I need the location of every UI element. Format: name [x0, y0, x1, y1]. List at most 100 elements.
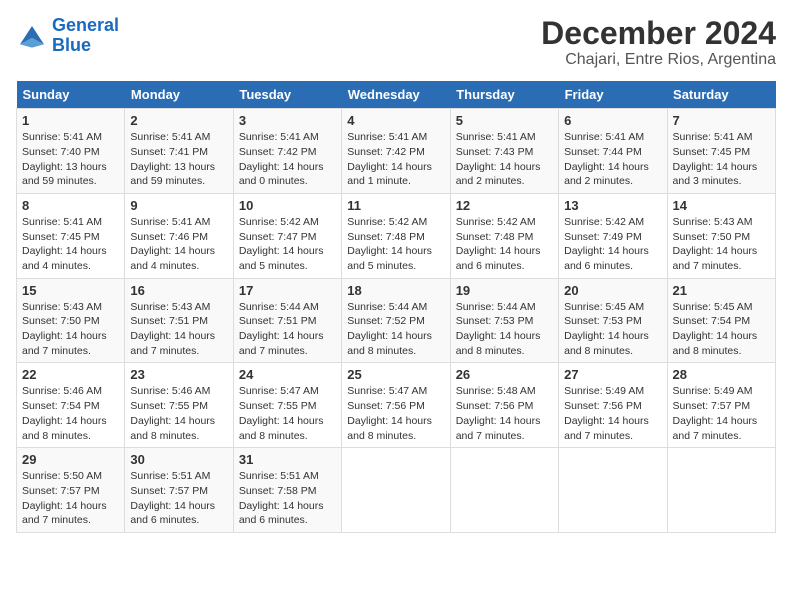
calendar-day-cell: 29Sunrise: 5:50 AM Sunset: 7:57 PM Dayli… [17, 448, 125, 533]
day-info: Sunrise: 5:42 AM Sunset: 7:48 PM Dayligh… [347, 215, 444, 274]
day-number: 24 [239, 367, 336, 382]
day-info: Sunrise: 5:41 AM Sunset: 7:45 PM Dayligh… [673, 130, 770, 189]
day-info: Sunrise: 5:41 AM Sunset: 7:43 PM Dayligh… [456, 130, 553, 189]
day-number: 29 [22, 452, 119, 467]
day-number: 13 [564, 198, 661, 213]
calendar-day-cell: 3Sunrise: 5:41 AM Sunset: 7:42 PM Daylig… [233, 109, 341, 194]
calendar-day-cell: 27 Sunrise: 5:49 AM Sunset: 7:56 PM Dayli… [559, 363, 667, 448]
day-number: 11 [347, 198, 444, 213]
day-info: Sunrise: 5:41 AM Sunset: 7:41 PM Dayligh… [130, 130, 227, 189]
day-number: 20 [564, 283, 661, 298]
calendar-day-cell: 11 Sunrise: 5:42 AM Sunset: 7:48 PM Dayli… [342, 193, 450, 278]
weekday-header: Thursday [450, 81, 558, 109]
month-title: December 2024 [541, 16, 776, 51]
calendar-day-cell: 8Sunrise: 5:41 AM Sunset: 7:45 PM Daylig… [17, 193, 125, 278]
day-info: Sunrise: 5:43 AM Sunset: 7:51 PM Dayligh… [130, 300, 227, 359]
calendar-day-cell: 20 Sunrise: 5:45 AM Sunset: 7:53 PM Dayli… [559, 278, 667, 363]
weekday-header: Saturday [667, 81, 775, 109]
day-number: 25 [347, 367, 444, 382]
calendar-day-cell: 24 Sunrise: 5:47 AM Sunset: 7:55 PM Dayli… [233, 363, 341, 448]
day-info: Sunrise: 5:42 AM Sunset: 7:47 PM Dayligh… [239, 215, 336, 274]
calendar-day-cell: 1Sunrise: 5:41 AM Sunset: 7:40 PM Daylig… [17, 109, 125, 194]
day-info: Sunrise: 5:42 AM Sunset: 7:48 PM Dayligh… [456, 215, 553, 274]
day-number: 14 [673, 198, 770, 213]
day-number: 6 [564, 113, 661, 128]
title-block: December 2024 Chajari, Entre Rios, Argen… [541, 16, 776, 69]
day-number: 9 [130, 198, 227, 213]
calendar-day-cell: 16Sunrise: 5:43 AM Sunset: 7:51 PM Dayli… [125, 278, 233, 363]
calendar-day-cell: 13 Sunrise: 5:42 AM Sunset: 7:49 PM Dayli… [559, 193, 667, 278]
calendar-day-cell: 4Sunrise: 5:41 AM Sunset: 7:42 PM Daylig… [342, 109, 450, 194]
day-number: 28 [673, 367, 770, 382]
weekday-header: Wednesday [342, 81, 450, 109]
day-number: 31 [239, 452, 336, 467]
day-number: 30 [130, 452, 227, 467]
day-info: Sunrise: 5:47 AM Sunset: 7:55 PM Dayligh… [239, 384, 336, 443]
calendar-day-cell: 6Sunrise: 5:41 AM Sunset: 7:44 PM Daylig… [559, 109, 667, 194]
calendar-day-cell: 12 Sunrise: 5:42 AM Sunset: 7:48 PM Dayli… [450, 193, 558, 278]
day-info: Sunrise: 5:46 AM Sunset: 7:54 PM Dayligh… [22, 384, 119, 443]
day-number: 4 [347, 113, 444, 128]
day-info: Sunrise: 5:51 AM Sunset: 7:57 PM Dayligh… [130, 469, 227, 528]
day-number: 5 [456, 113, 553, 128]
location-text: Chajari, Entre Rios, Argentina [541, 51, 776, 69]
logo-text: General Blue [52, 16, 119, 56]
calendar-day-cell: 10 Sunrise: 5:42 AM Sunset: 7:47 PM Dayli… [233, 193, 341, 278]
empty-cell [667, 448, 775, 533]
day-info: Sunrise: 5:41 AM Sunset: 7:42 PM Dayligh… [239, 130, 336, 189]
logo: General Blue [16, 16, 119, 56]
day-info: Sunrise: 5:41 AM Sunset: 7:45 PM Dayligh… [22, 215, 119, 274]
empty-cell [559, 448, 667, 533]
day-info: Sunrise: 5:48 AM Sunset: 7:56 PM Dayligh… [456, 384, 553, 443]
calendar-day-cell: 25Sunrise: 5:47 AM Sunset: 7:56 PM Dayli… [342, 363, 450, 448]
calendar-day-cell: 7 Sunrise: 5:41 AM Sunset: 7:45 PM Daylig… [667, 109, 775, 194]
day-number: 10 [239, 198, 336, 213]
day-number: 17 [239, 283, 336, 298]
day-number: 7 [673, 113, 770, 128]
day-info: Sunrise: 5:51 AM Sunset: 7:58 PM Dayligh… [239, 469, 336, 528]
calendar-day-cell: 21 Sunrise: 5:45 AM Sunset: 7:54 PM Dayli… [667, 278, 775, 363]
day-info: Sunrise: 5:45 AM Sunset: 7:54 PM Dayligh… [673, 300, 770, 359]
day-info: Sunrise: 5:44 AM Sunset: 7:52 PM Dayligh… [347, 300, 444, 359]
logo-icon [16, 22, 48, 50]
calendar-day-cell: 30 Sunrise: 5:51 AM Sunset: 7:57 PM Dayli… [125, 448, 233, 533]
empty-cell [450, 448, 558, 533]
day-info: Sunrise: 5:46 AM Sunset: 7:55 PM Dayligh… [130, 384, 227, 443]
day-number: 12 [456, 198, 553, 213]
day-number: 27 [564, 367, 661, 382]
weekday-header: Tuesday [233, 81, 341, 109]
calendar-week-row: 29Sunrise: 5:50 AM Sunset: 7:57 PM Dayli… [17, 448, 776, 533]
day-number: 19 [456, 283, 553, 298]
empty-cell [342, 448, 450, 533]
calendar-day-cell: 15Sunrise: 5:43 AM Sunset: 7:50 PM Dayli… [17, 278, 125, 363]
day-info: Sunrise: 5:45 AM Sunset: 7:53 PM Dayligh… [564, 300, 661, 359]
weekday-header: Sunday [17, 81, 125, 109]
day-number: 26 [456, 367, 553, 382]
page-header: General Blue December 2024 Chajari, Entr… [16, 16, 776, 69]
calendar-week-row: 1Sunrise: 5:41 AM Sunset: 7:40 PM Daylig… [17, 109, 776, 194]
calendar-day-cell: 31 Sunrise: 5:51 AM Sunset: 7:58 PM Dayli… [233, 448, 341, 533]
day-number: 23 [130, 367, 227, 382]
day-info: Sunrise: 5:41 AM Sunset: 7:46 PM Dayligh… [130, 215, 227, 274]
weekday-header: Monday [125, 81, 233, 109]
day-info: Sunrise: 5:44 AM Sunset: 7:51 PM Dayligh… [239, 300, 336, 359]
calendar-day-cell: 28 Sunrise: 5:49 AM Sunset: 7:57 PM Dayli… [667, 363, 775, 448]
day-number: 22 [22, 367, 119, 382]
day-info: Sunrise: 5:49 AM Sunset: 7:56 PM Dayligh… [564, 384, 661, 443]
calendar-day-cell: 22 Sunrise: 5:46 AM Sunset: 7:54 PM Dayli… [17, 363, 125, 448]
calendar-week-row: 8Sunrise: 5:41 AM Sunset: 7:45 PM Daylig… [17, 193, 776, 278]
day-number: 2 [130, 113, 227, 128]
day-info: Sunrise: 5:42 AM Sunset: 7:49 PM Dayligh… [564, 215, 661, 274]
day-number: 21 [673, 283, 770, 298]
calendar-day-cell: 9 Sunrise: 5:41 AM Sunset: 7:46 PM Daylig… [125, 193, 233, 278]
day-number: 18 [347, 283, 444, 298]
day-info: Sunrise: 5:49 AM Sunset: 7:57 PM Dayligh… [673, 384, 770, 443]
calendar-day-cell: 19Sunrise: 5:44 AM Sunset: 7:53 PM Dayli… [450, 278, 558, 363]
day-info: Sunrise: 5:43 AM Sunset: 7:50 PM Dayligh… [22, 300, 119, 359]
weekday-header: Friday [559, 81, 667, 109]
calendar-day-cell: 26 Sunrise: 5:48 AM Sunset: 7:56 PM Dayli… [450, 363, 558, 448]
calendar-day-cell: 5 Sunrise: 5:41 AM Sunset: 7:43 PM Daylig… [450, 109, 558, 194]
day-info: Sunrise: 5:43 AM Sunset: 7:50 PM Dayligh… [673, 215, 770, 274]
calendar-week-row: 15Sunrise: 5:43 AM Sunset: 7:50 PM Dayli… [17, 278, 776, 363]
calendar-day-cell: 2 Sunrise: 5:41 AM Sunset: 7:41 PM Daylig… [125, 109, 233, 194]
